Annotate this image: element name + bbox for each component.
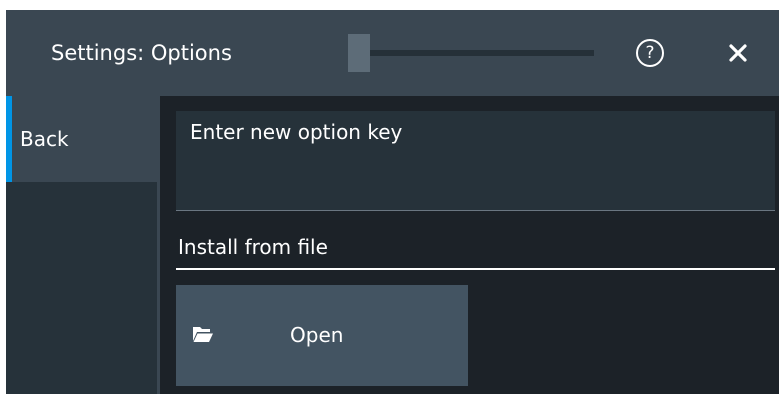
active-indicator [6, 96, 12, 182]
drag-handle-track [348, 50, 594, 56]
install-from-file-label: Install from file [178, 235, 328, 259]
dialog-title: Settings: Options [51, 41, 232, 65]
sidebar-item-label: Back [20, 127, 69, 151]
sidebar-item-back[interactable]: Back [6, 96, 157, 182]
open-button-label: Open [290, 323, 344, 347]
section-divider [176, 268, 775, 270]
folder-open-icon [192, 325, 214, 343]
title-bar: Settings: Options ? [6, 10, 779, 96]
option-key-placeholder: Enter new option key [190, 120, 403, 144]
option-key-input[interactable]: Enter new option key [176, 111, 775, 211]
sidebar: Back [6, 96, 160, 394]
drag-handle[interactable] [348, 34, 370, 72]
open-button[interactable]: Open [176, 285, 468, 386]
close-icon[interactable] [724, 38, 752, 68]
settings-options-dialog: Settings: Options ? Back Enter new optio… [6, 10, 779, 394]
help-icon[interactable]: ? [636, 39, 664, 67]
